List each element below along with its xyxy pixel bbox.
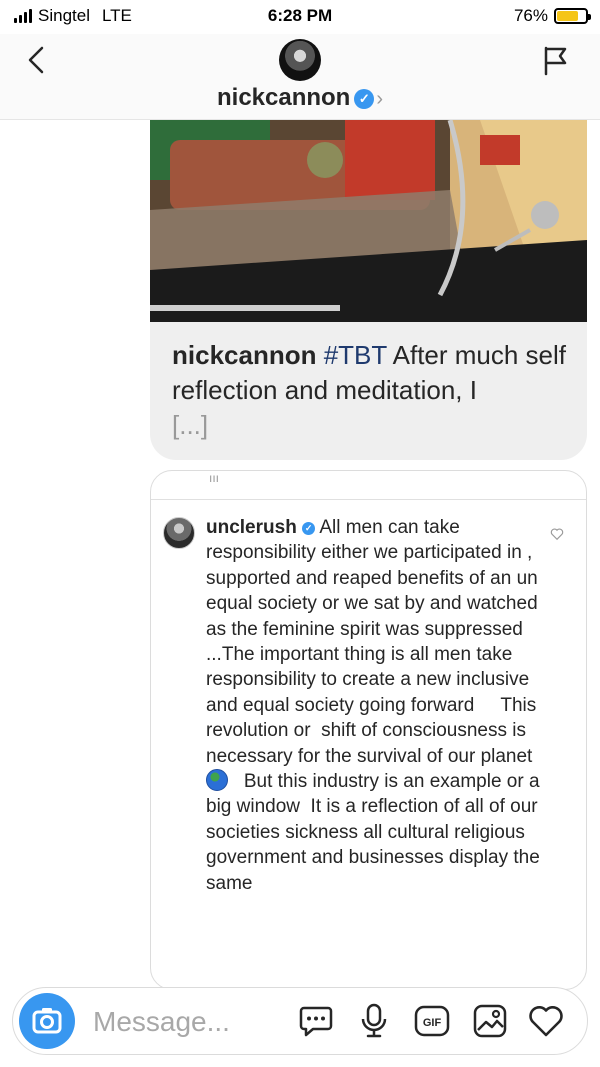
post-caption: nickcannon #TBT After much self reflecti… — [172, 338, 572, 443]
heart-icon — [550, 528, 564, 541]
message-composer: GIF — [12, 987, 588, 1055]
divider — [151, 499, 586, 500]
shared-post[interactable]: nickcannon #TBT After much self reflecti… — [150, 120, 587, 460]
comment-screenshot[interactable]: ııı unclerush ✓ All men can take respons… — [150, 470, 587, 990]
verified-badge-icon: ✓ — [354, 89, 375, 109]
battery-group: 76% — [513, 6, 591, 26]
chat-bubble-icon[interactable] — [297, 1002, 335, 1040]
globe-icon — [206, 769, 228, 792]
message-input[interactable] — [93, 1002, 273, 1042]
caption-more[interactable]: [...] — [172, 410, 208, 440]
card-top-marker: ııı — [209, 471, 220, 485]
gallery-icon[interactable] — [471, 1002, 509, 1040]
flag-icon[interactable] — [540, 44, 570, 78]
clock: 6:28 PM — [267, 6, 333, 25]
heart-icon[interactable] — [527, 1002, 565, 1040]
comment-text-1: All men can take responsibility either w… — [206, 517, 544, 767]
comment-avatar — [163, 517, 195, 549]
username: nickcannon — [216, 84, 351, 111]
camera-button[interactable] — [19, 993, 75, 1049]
comment-username: unclerush — [206, 517, 297, 538]
post-image[interactable] — [150, 120, 587, 322]
verified-badge-icon: ✓ — [302, 522, 316, 535]
profile-title[interactable]: nickcannon ✓ › — [0, 84, 600, 112]
chevron-left-icon[interactable] — [22, 42, 52, 78]
avatar[interactable] — [279, 39, 321, 81]
gif-icon[interactable]: GIF — [413, 1002, 451, 1040]
comment-body: unclerush ✓ All men can take responsibil… — [206, 515, 541, 896]
battery-percent: 76% — [513, 6, 548, 25]
comment-text-2: But this industry is an example or a big… — [206, 771, 546, 894]
chevron-right-icon: › — [376, 88, 384, 110]
microphone-icon[interactable] — [355, 1002, 393, 1040]
svg-text:GIF: GIF — [423, 1017, 442, 1029]
caption-hashtag[interactable]: #TBT — [324, 340, 387, 370]
conversation-header: nickcannon ✓ › — [0, 34, 600, 120]
status-bar: Singtel LTE 6:28 PM 76% — [0, 0, 600, 34]
battery-icon — [554, 8, 591, 24]
camera-icon — [32, 1008, 62, 1034]
caption-username[interactable]: nickcannon — [172, 340, 316, 370]
